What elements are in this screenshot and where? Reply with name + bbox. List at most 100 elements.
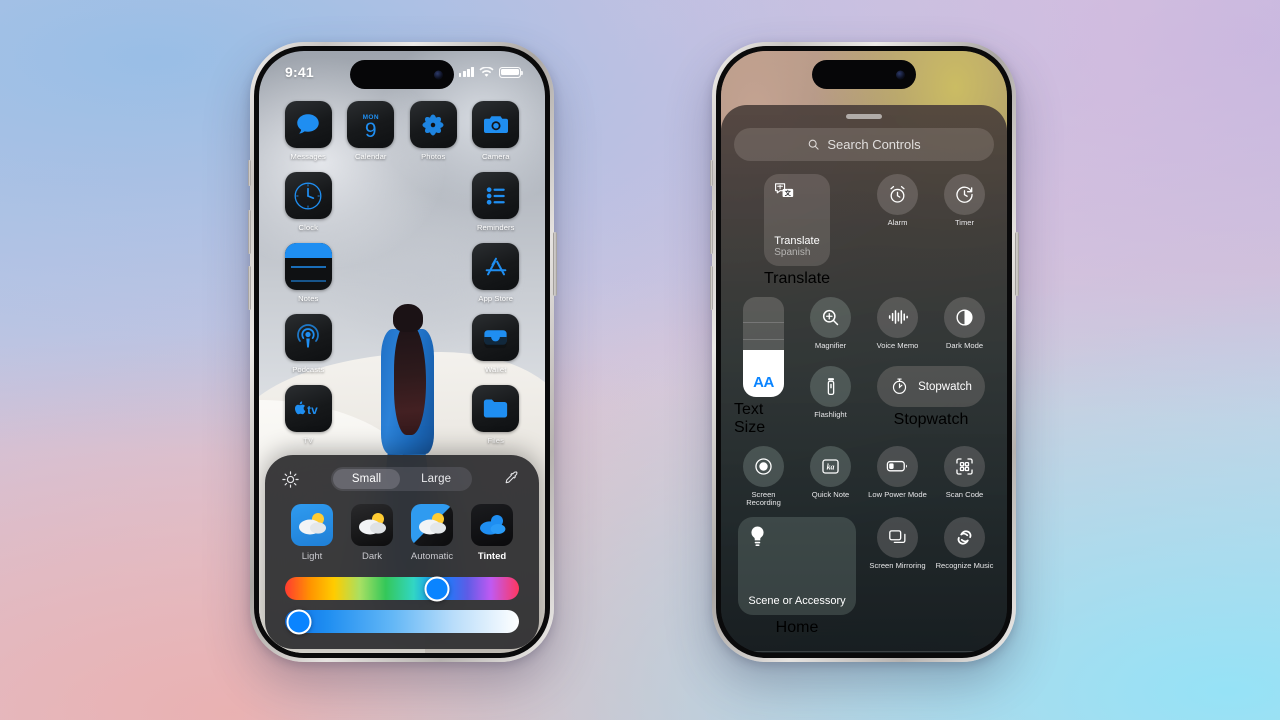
- control-quick-note[interactable]: ka Quick Note: [801, 445, 860, 509]
- control-low-power-mode[interactable]: Low Power Mode: [868, 445, 927, 509]
- app-slot-empty: [405, 243, 461, 303]
- control-label: Timer: [954, 217, 975, 227]
- search-placeholder: Search Controls: [827, 136, 921, 152]
- power-button[interactable]: [553, 232, 557, 296]
- tv-icon: tv: [284, 385, 332, 432]
- right-phone-device: Search Controls 文 Translate Spanish Tran…: [709, 42, 1019, 662]
- control-scan-code[interactable]: Scan Code: [935, 445, 994, 509]
- app-label: Messages: [290, 152, 326, 161]
- sheet-grabber-handle[interactable]: [846, 114, 882, 119]
- control-screen-recording[interactable]: Screen Recording: [734, 445, 793, 509]
- controls-grid: 文 Translate Spanish Translate Alarm Time…: [734, 173, 994, 638]
- app-icon-app-store[interactable]: App Store: [468, 243, 524, 303]
- appearance-option-light[interactable]: Light: [285, 504, 339, 562]
- app-icon-clock[interactable]: Clock: [280, 172, 336, 232]
- control-dark-mode[interactable]: Dark Mode: [935, 296, 994, 358]
- svg-text:文: 文: [785, 189, 792, 197]
- app-icon-photos[interactable]: Photos: [405, 101, 461, 161]
- appearance-label: Dark: [361, 551, 383, 562]
- dynamic-island: [812, 60, 916, 89]
- control-flashlight[interactable]: Flashlight: [801, 366, 860, 436]
- size-option-small[interactable]: Small: [332, 469, 401, 489]
- control-label: Dark Mode: [945, 340, 984, 350]
- photos-icon: [409, 101, 457, 148]
- home-screen-customization-panel: Small Large Light Dark Automatic Tinted: [265, 455, 539, 649]
- calendar-icon: MON 9: [347, 101, 395, 148]
- stopwatch-icon: [893, 378, 907, 395]
- control-label: Voice Memo: [876, 340, 919, 350]
- volume-up-button[interactable]: [247, 210, 251, 254]
- app-icon-messages[interactable]: Messages: [280, 101, 336, 161]
- app-slot-empty: [405, 172, 461, 232]
- appearance-label: Light: [301, 551, 323, 562]
- control-label: Stopwatch: [893, 411, 969, 429]
- app-label: Camera: [481, 152, 510, 161]
- control-label: Magnifier: [814, 340, 847, 350]
- app-icon-camera[interactable]: Camera: [468, 101, 524, 161]
- eyedropper-icon[interactable]: [503, 470, 521, 488]
- volume-up-button[interactable]: [709, 210, 713, 254]
- control-home[interactable]: Scene or Accessory Home: [734, 517, 860, 637]
- volume-down-button[interactable]: [709, 266, 713, 310]
- action-button[interactable]: [247, 160, 251, 186]
- volume-down-button[interactable]: [247, 266, 251, 310]
- translate-subtitle: Spanish: [774, 246, 811, 258]
- control-text-size[interactable]: AA Text Size: [734, 296, 793, 437]
- saturation-slider[interactable]: [285, 609, 519, 634]
- left-phone-screen: 9:41 Messages MON 9 Calendar Photos Came…: [259, 51, 545, 653]
- app-icon-podcasts[interactable]: Podcasts: [280, 314, 336, 374]
- app-slot-empty: [405, 385, 461, 445]
- appearance-swatch-light: [291, 504, 333, 546]
- camera-icon: [472, 101, 520, 148]
- scene-or-accessory-tile[interactable]: Scene or Accessory: [738, 517, 856, 616]
- hue-slider-thumb[interactable]: [424, 576, 450, 601]
- app-icon-calendar[interactable]: MON 9 Calendar: [343, 101, 399, 161]
- appearance-label: Tinted: [477, 551, 507, 562]
- appearance-option-tinted[interactable]: Tinted: [465, 504, 519, 562]
- appearance-option-dark[interactable]: Dark: [345, 504, 399, 562]
- control-voice-memo[interactable]: Voice Memo: [868, 296, 927, 358]
- size-option-large[interactable]: Large: [402, 469, 470, 489]
- control-recognize-music[interactable]: Recognize Music: [935, 517, 994, 571]
- search-controls-field[interactable]: Search Controls: [734, 127, 994, 161]
- saturation-slider-thumb[interactable]: [286, 609, 312, 634]
- sun-brightness-icon[interactable]: [281, 470, 300, 489]
- control-screen-mirroring[interactable]: Screen Mirroring: [868, 517, 927, 571]
- text-size-icon[interactable]: AA: [743, 296, 784, 397]
- power-button[interactable]: [1015, 232, 1019, 296]
- app-icon-reminders[interactable]: Reminders: [468, 172, 524, 232]
- app-icon-files[interactable]: Files: [468, 385, 524, 445]
- hue-slider[interactable]: [285, 576, 519, 601]
- front-camera-lens: [896, 70, 905, 79]
- flashlight-icon: [810, 366, 851, 408]
- app-icon-notes[interactable]: Notes: [280, 243, 336, 303]
- app-label: Podcasts: [292, 365, 325, 374]
- appearance-option-automatic[interactable]: Automatic: [405, 504, 459, 562]
- search-icon: [809, 139, 820, 150]
- battery-low-icon: [877, 445, 918, 487]
- control-translate[interactable]: 文 Translate Spanish Translate: [734, 173, 860, 288]
- clock-icon: [284, 172, 332, 219]
- translate-icon: 文: [775, 182, 794, 197]
- appearance-label: Automatic: [410, 551, 454, 562]
- action-button[interactable]: [709, 160, 713, 186]
- app-icon-wallet[interactable]: Wallet: [468, 314, 524, 374]
- app-icon-tv[interactable]: tv TV: [280, 385, 336, 445]
- app-slot-empty: [343, 243, 399, 303]
- control-magnifier[interactable]: Magnifier: [801, 296, 860, 358]
- control-alarm[interactable]: Alarm: [868, 173, 927, 288]
- battery-icon: [499, 66, 524, 78]
- translate-tile[interactable]: 文 Translate Spanish: [764, 173, 830, 266]
- text-size-fill: AA: [743, 349, 784, 397]
- cellular-bars-icon: [458, 67, 474, 77]
- timer-icon: [944, 173, 985, 215]
- stopwatch-tile[interactable]: Stopwatch: [877, 366, 985, 408]
- control-label: Home: [775, 619, 819, 637]
- appearance-swatch-dark: [351, 504, 393, 546]
- control-stopwatch[interactable]: Stopwatch Stopwatch: [868, 366, 994, 436]
- control-timer[interactable]: Timer: [935, 173, 994, 288]
- reminders-icon: [472, 172, 520, 219]
- screen-mirroring-icon: [877, 517, 918, 559]
- waveform-icon: [877, 296, 918, 338]
- messages-icon: [284, 101, 332, 148]
